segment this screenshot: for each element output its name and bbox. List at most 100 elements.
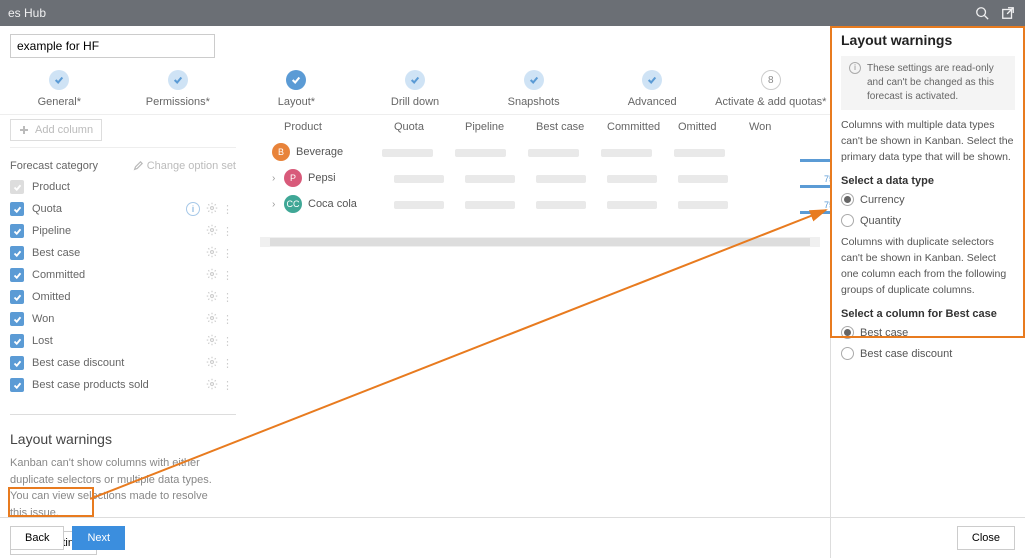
gear-icon[interactable] xyxy=(206,378,218,393)
change-option-set[interactable]: Change option set xyxy=(133,160,236,172)
radio-currency[interactable]: Currency xyxy=(841,193,1015,206)
select-bestcase-label: Select a column for Best case xyxy=(841,308,1015,320)
radio-quantity[interactable]: Quantity xyxy=(841,214,1015,227)
app-title: es Hub xyxy=(8,6,46,20)
more-icon[interactable]: ⋮ xyxy=(218,357,236,370)
step-snapshots[interactable]: Snapshots xyxy=(474,70,593,108)
popout-icon[interactable] xyxy=(999,4,1017,22)
gear-icon[interactable] xyxy=(206,268,218,283)
search-icon[interactable] xyxy=(973,4,991,22)
forecast-item[interactable]: Omitted⋮ xyxy=(10,286,236,308)
back-button[interactable]: Back xyxy=(10,526,64,550)
add-column-button[interactable]: Add column xyxy=(10,119,102,141)
step-permissions[interactable]: Permissions* xyxy=(119,70,238,108)
placeholder-bar xyxy=(607,175,657,183)
wizard-steps: General* Permissions* Layout* Drill down… xyxy=(0,58,830,114)
table-row[interactable]: ›PPepsi75 xyxy=(250,165,820,191)
close-button[interactable]: Close xyxy=(957,526,1015,550)
placeholder-bar xyxy=(528,149,579,157)
step-layout[interactable]: Layout* xyxy=(237,70,356,108)
placeholder-bar xyxy=(394,175,444,183)
step-advanced[interactable]: Advanced xyxy=(593,70,712,108)
placeholder-bar xyxy=(678,175,728,183)
info-icon: i xyxy=(849,62,861,74)
more-icon[interactable]: ⋮ xyxy=(218,247,236,260)
radio-bestcase[interactable]: Best case xyxy=(841,326,1015,339)
info-icon: i xyxy=(186,202,200,216)
checkbox-icon[interactable] xyxy=(10,224,24,238)
row-name: Pepsi xyxy=(308,172,336,184)
readonly-info: iThese settings are read-only and can't … xyxy=(841,56,1015,110)
gear-icon[interactable] xyxy=(206,334,218,349)
row-name: Coca cola xyxy=(308,198,357,210)
gear-icon[interactable] xyxy=(206,356,218,371)
gear-icon[interactable] xyxy=(206,246,218,261)
forecast-item[interactable]: Best case products sold⋮ xyxy=(10,374,236,396)
checkbox-icon[interactable] xyxy=(10,180,24,194)
checkbox-icon[interactable] xyxy=(10,378,24,392)
checkbox-icon[interactable] xyxy=(10,290,24,304)
placeholder-bar xyxy=(465,201,515,209)
table-row[interactable]: ›CCCoca cola75 xyxy=(250,191,820,217)
more-icon[interactable]: ⋮ xyxy=(218,203,236,216)
table-row[interactable]: B Beverage xyxy=(250,139,820,165)
forecast-item-label: Pipeline xyxy=(32,225,206,237)
more-icon[interactable]: ⋮ xyxy=(218,225,236,238)
forecast-item-label: Quota xyxy=(32,203,186,215)
gear-icon[interactable] xyxy=(206,312,218,327)
forecast-item[interactable]: Committed ⋮ xyxy=(10,264,236,286)
checkbox-icon[interactable] xyxy=(10,312,24,326)
checkbox-icon[interactable] xyxy=(10,202,24,216)
step-activate[interactable]: 8Activate & add quotas* xyxy=(711,70,830,108)
forecast-category-label: Forecast category xyxy=(10,160,98,172)
more-icon[interactable]: ⋮ xyxy=(218,379,236,392)
forecast-item[interactable]: Won ⋮ xyxy=(10,308,236,330)
forecast-item[interactable]: Quotai ⋮ xyxy=(10,198,236,220)
more-icon[interactable]: ⋮ xyxy=(218,291,236,304)
forecast-item-label: Product xyxy=(32,181,236,193)
forecast-name-input[interactable] xyxy=(10,34,215,58)
checkbox-icon[interactable] xyxy=(10,246,24,260)
avatar: B xyxy=(272,143,290,161)
placeholder-bar xyxy=(607,201,657,209)
gear-icon[interactable] xyxy=(206,224,218,239)
forecast-item[interactable]: Lost ⋮ xyxy=(10,330,236,352)
panel-text-1: Columns with multiple data types can't b… xyxy=(841,118,1015,165)
checkbox-icon[interactable] xyxy=(10,356,24,370)
avatar: P xyxy=(284,169,302,187)
more-icon[interactable]: ⋮ xyxy=(218,335,236,348)
forecast-item[interactable]: Pipeline ⋮ xyxy=(10,220,236,242)
gear-icon[interactable] xyxy=(206,290,218,305)
forecast-item-label: Best case discount xyxy=(32,357,206,369)
forecast-item[interactable]: Product xyxy=(10,176,236,198)
step-drilldown[interactable]: Drill down xyxy=(356,70,475,108)
radio-bestcase-discount[interactable]: Best case discount xyxy=(841,347,1015,360)
panel-text-2: Columns with duplicate selectors can't b… xyxy=(841,235,1015,298)
placeholder-bar xyxy=(394,201,444,209)
expand-icon[interactable]: › xyxy=(272,173,284,184)
checkbox-icon[interactable] xyxy=(10,334,24,348)
forecast-item-label: Lost xyxy=(32,335,206,347)
panel-title: Layout warnings xyxy=(841,32,1015,48)
gear-icon[interactable] xyxy=(206,202,218,217)
forecast-item[interactable]: Best case ⋮ xyxy=(10,242,236,264)
placeholder-bar xyxy=(382,149,433,157)
avatar: CC xyxy=(284,195,302,213)
forecast-item-label: Best case xyxy=(32,247,206,259)
forecast-item-label: Won xyxy=(32,313,206,325)
horizontal-scrollbar[interactable] xyxy=(260,237,820,247)
next-button[interactable]: Next xyxy=(72,526,125,550)
step-general[interactable]: General* xyxy=(0,70,119,108)
layout-warnings-panel: Layout warnings iThese settings are read… xyxy=(830,26,1025,558)
placeholder-bar xyxy=(536,175,586,183)
placeholder-bar xyxy=(674,149,725,157)
more-icon[interactable]: ⋮ xyxy=(218,269,236,282)
checkbox-icon[interactable] xyxy=(10,268,24,282)
forecast-item-label: Committed xyxy=(32,269,206,281)
forecast-item[interactable]: Best case discount ⋮ xyxy=(10,352,236,374)
placeholder-bar xyxy=(601,149,652,157)
row-name: Beverage xyxy=(296,146,343,158)
placeholder-bar xyxy=(536,201,586,209)
expand-icon[interactable]: › xyxy=(272,199,284,210)
more-icon[interactable]: ⋮ xyxy=(218,313,236,326)
